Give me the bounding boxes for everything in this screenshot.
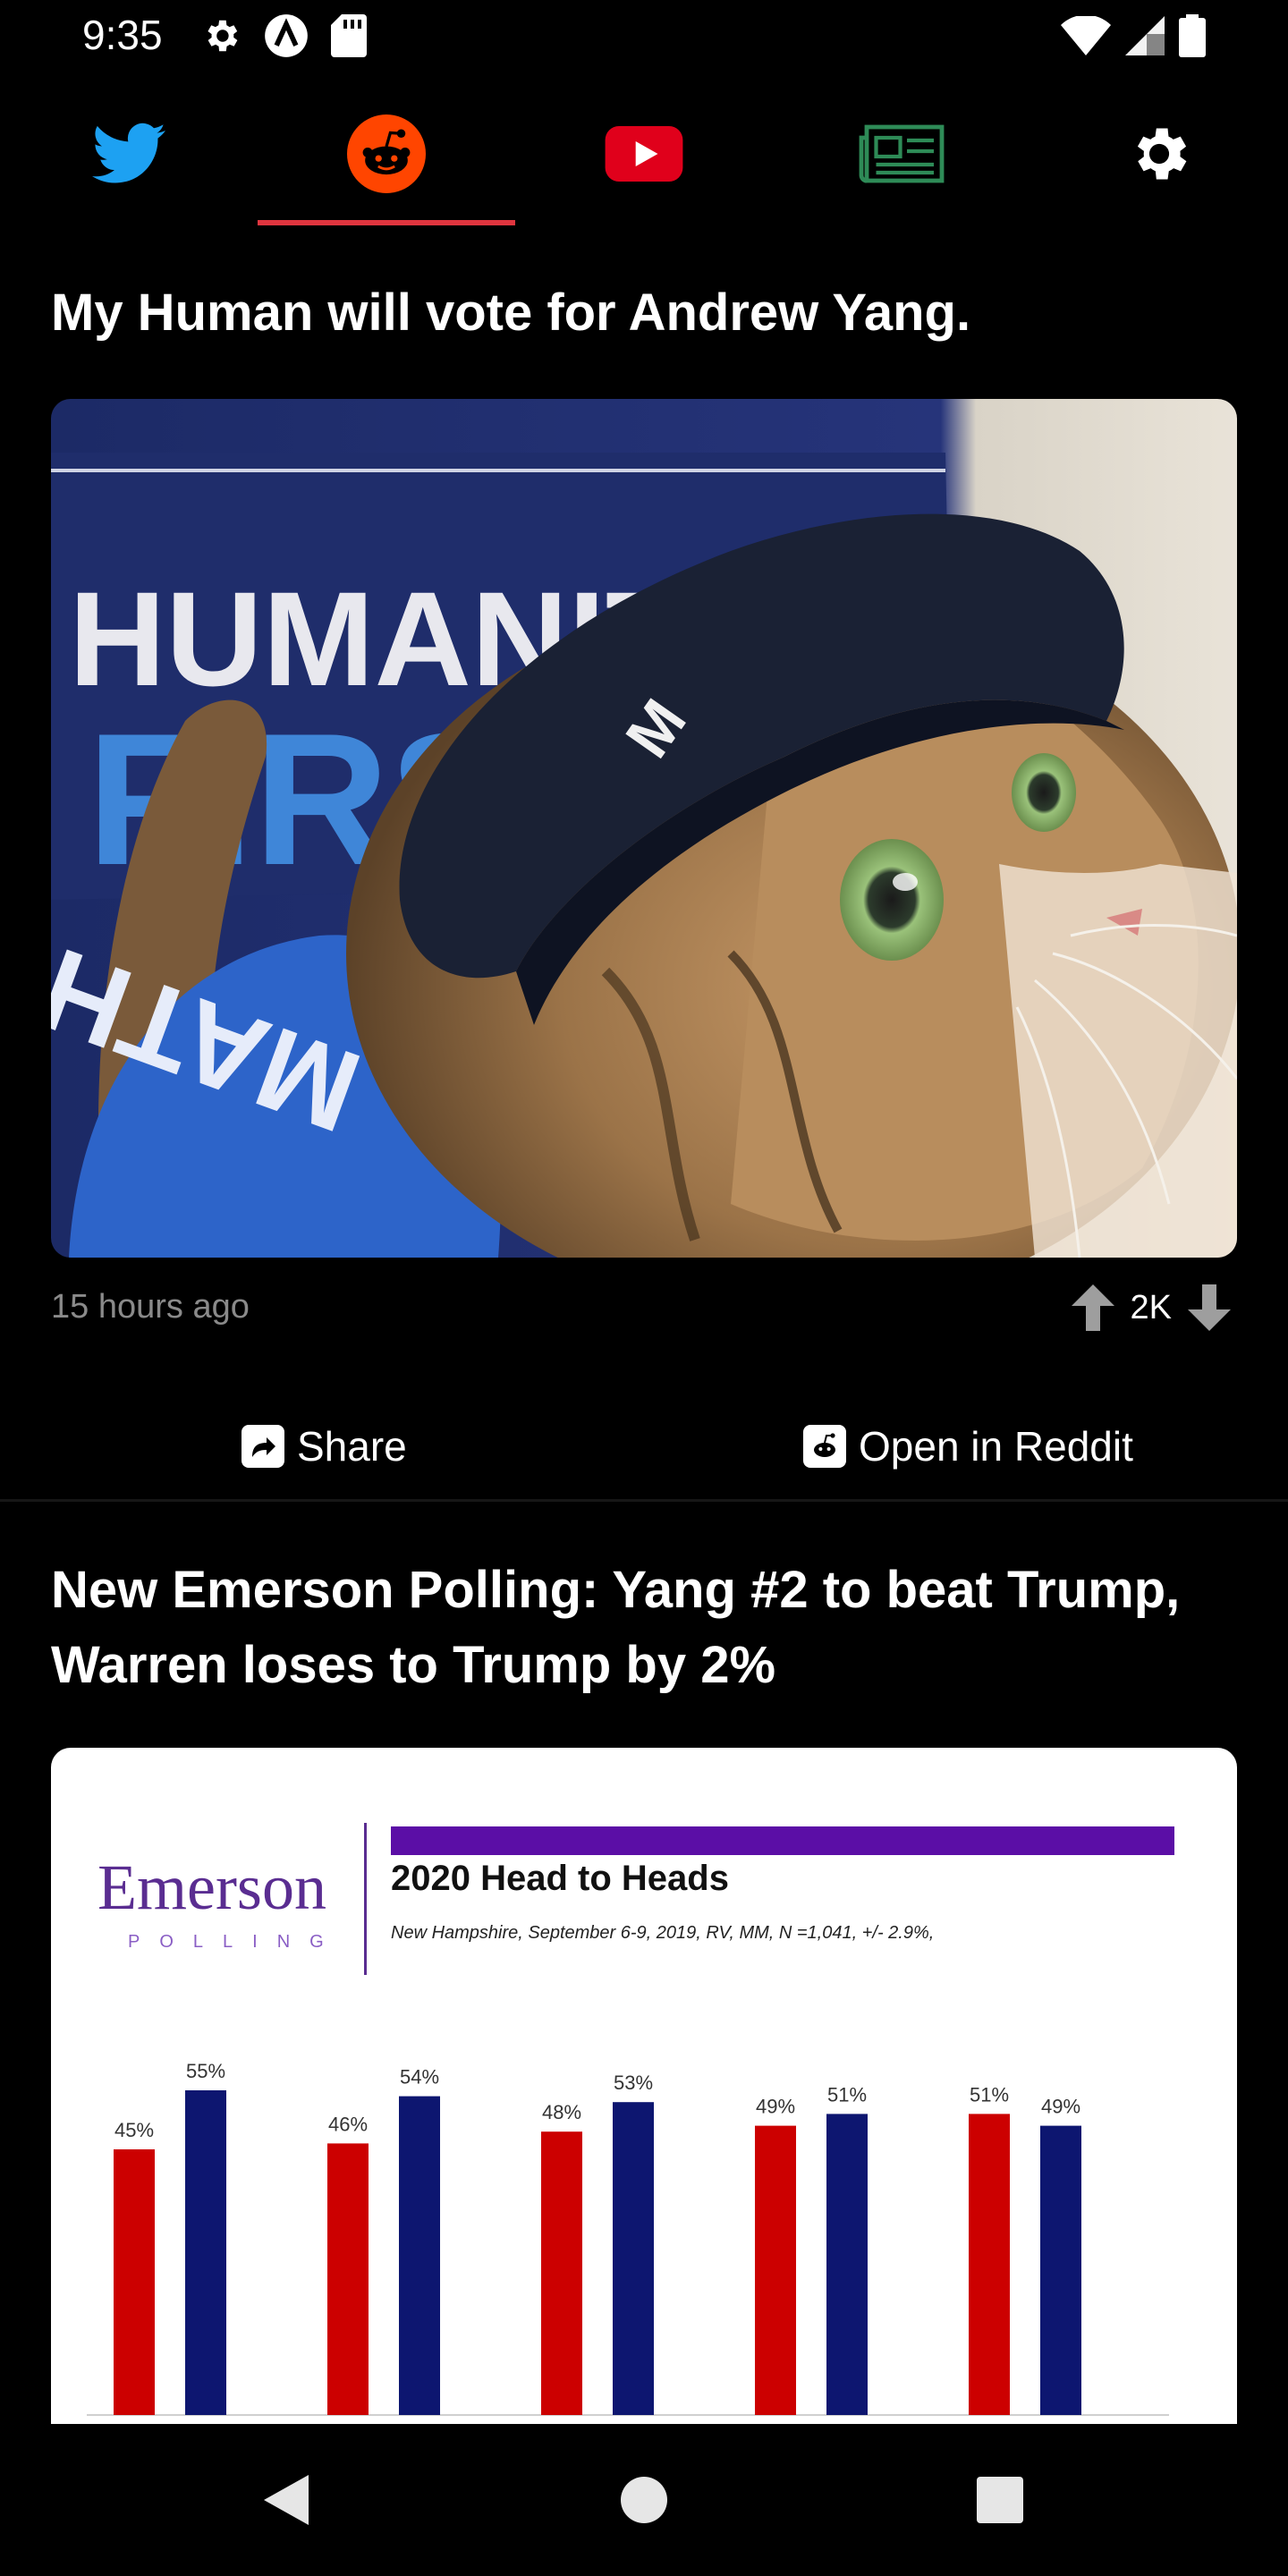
bar-data-label: 49% bbox=[1041, 2096, 1080, 2118]
gear-icon bbox=[208, 20, 238, 52]
home-button[interactable] bbox=[581, 2424, 707, 2576]
bar bbox=[613, 2102, 654, 2415]
open-in-reddit-label: Open in Reddit bbox=[859, 1423, 1133, 1470]
reddit-box-icon bbox=[803, 1425, 846, 1468]
bar bbox=[399, 2096, 440, 2415]
bar bbox=[826, 2114, 868, 2415]
bar-data-label: 51% bbox=[970, 2083, 1009, 2106]
back-triangle-icon bbox=[264, 2475, 309, 2525]
bar bbox=[1040, 2125, 1081, 2415]
recents-square-icon bbox=[977, 2477, 1023, 2523]
bar-data-label: 46% bbox=[328, 2113, 368, 2135]
vote-controls: 2K bbox=[1071, 1284, 1231, 1331]
selected-tab-indicator bbox=[258, 220, 515, 225]
bar-data-label: 51% bbox=[827, 2083, 867, 2106]
post-image-chart[interactable]: Emerson POLLING 2020 Head to Heads New H… bbox=[51, 1748, 1237, 2424]
app-a-icon bbox=[265, 14, 308, 57]
cell-signal-icon bbox=[1125, 16, 1165, 55]
post-divider bbox=[0, 1499, 1288, 1502]
bar-chart: 45% 55% 46% 54% 48% 53% 49% 51% 51% 49% bbox=[87, 2060, 1169, 2416]
upvote-arrow-icon[interactable] bbox=[1071, 1284, 1114, 1331]
bar bbox=[541, 2131, 582, 2415]
downvote-arrow-icon[interactable] bbox=[1188, 1284, 1231, 1331]
tab-twitter[interactable] bbox=[0, 79, 258, 229]
bar bbox=[185, 2090, 226, 2415]
bar bbox=[755, 2125, 796, 2415]
tab-youtube[interactable] bbox=[515, 79, 773, 229]
wifi-icon bbox=[1061, 16, 1111, 55]
post-title[interactable]: My Human will vote for Andrew Yang. bbox=[51, 275, 1241, 351]
open-in-reddit-button[interactable]: Open in Reddit bbox=[803, 1422, 1133, 1470]
youtube-play-icon bbox=[605, 126, 683, 182]
newspaper-icon bbox=[859, 124, 945, 183]
navigation-bar bbox=[0, 2424, 1288, 2576]
home-circle-icon bbox=[621, 2477, 667, 2523]
share-button[interactable]: Share bbox=[242, 1422, 407, 1470]
score: 2K bbox=[1130, 1288, 1172, 1326]
reddit-icon bbox=[347, 114, 426, 193]
tab-bar bbox=[0, 79, 1288, 229]
bar-data-label: 48% bbox=[542, 2101, 581, 2123]
bar bbox=[114, 2149, 155, 2415]
post-image[interactable]: HUMANITY FIRS MATH M bbox=[51, 399, 1237, 1258]
post-title[interactable]: New Emerson Polling: Yang #2 to beat Tru… bbox=[51, 1553, 1241, 1703]
status-bar: 9:35 bbox=[0, 0, 1288, 79]
bar bbox=[327, 2143, 369, 2415]
twitter-bird-icon bbox=[92, 123, 165, 183]
sd-card-icon bbox=[331, 14, 367, 57]
tab-reddit[interactable] bbox=[258, 79, 515, 229]
tab-news[interactable] bbox=[773, 79, 1030, 229]
bar-data-label: 54% bbox=[400, 2066, 439, 2089]
bar-data-label: 55% bbox=[186, 2060, 225, 2082]
share-icon bbox=[242, 1425, 284, 1468]
gear-icon bbox=[1137, 128, 1187, 180]
cat-photo: HUMANITY FIRS MATH M bbox=[51, 399, 1237, 1258]
bar-data-label: 53% bbox=[614, 2072, 653, 2094]
bar bbox=[969, 2114, 1010, 2415]
back-button[interactable] bbox=[224, 2424, 349, 2576]
bar-data-label: 45% bbox=[114, 2119, 154, 2141]
post-timestamp: 15 hours ago bbox=[51, 1288, 250, 1326]
status-time: 9:35 bbox=[82, 12, 163, 58]
battery-icon bbox=[1179, 14, 1206, 57]
bar-data-label: 49% bbox=[756, 2096, 795, 2118]
tab-settings[interactable] bbox=[1030, 79, 1288, 229]
recents-button[interactable] bbox=[937, 2424, 1063, 2576]
share-label: Share bbox=[297, 1423, 407, 1470]
